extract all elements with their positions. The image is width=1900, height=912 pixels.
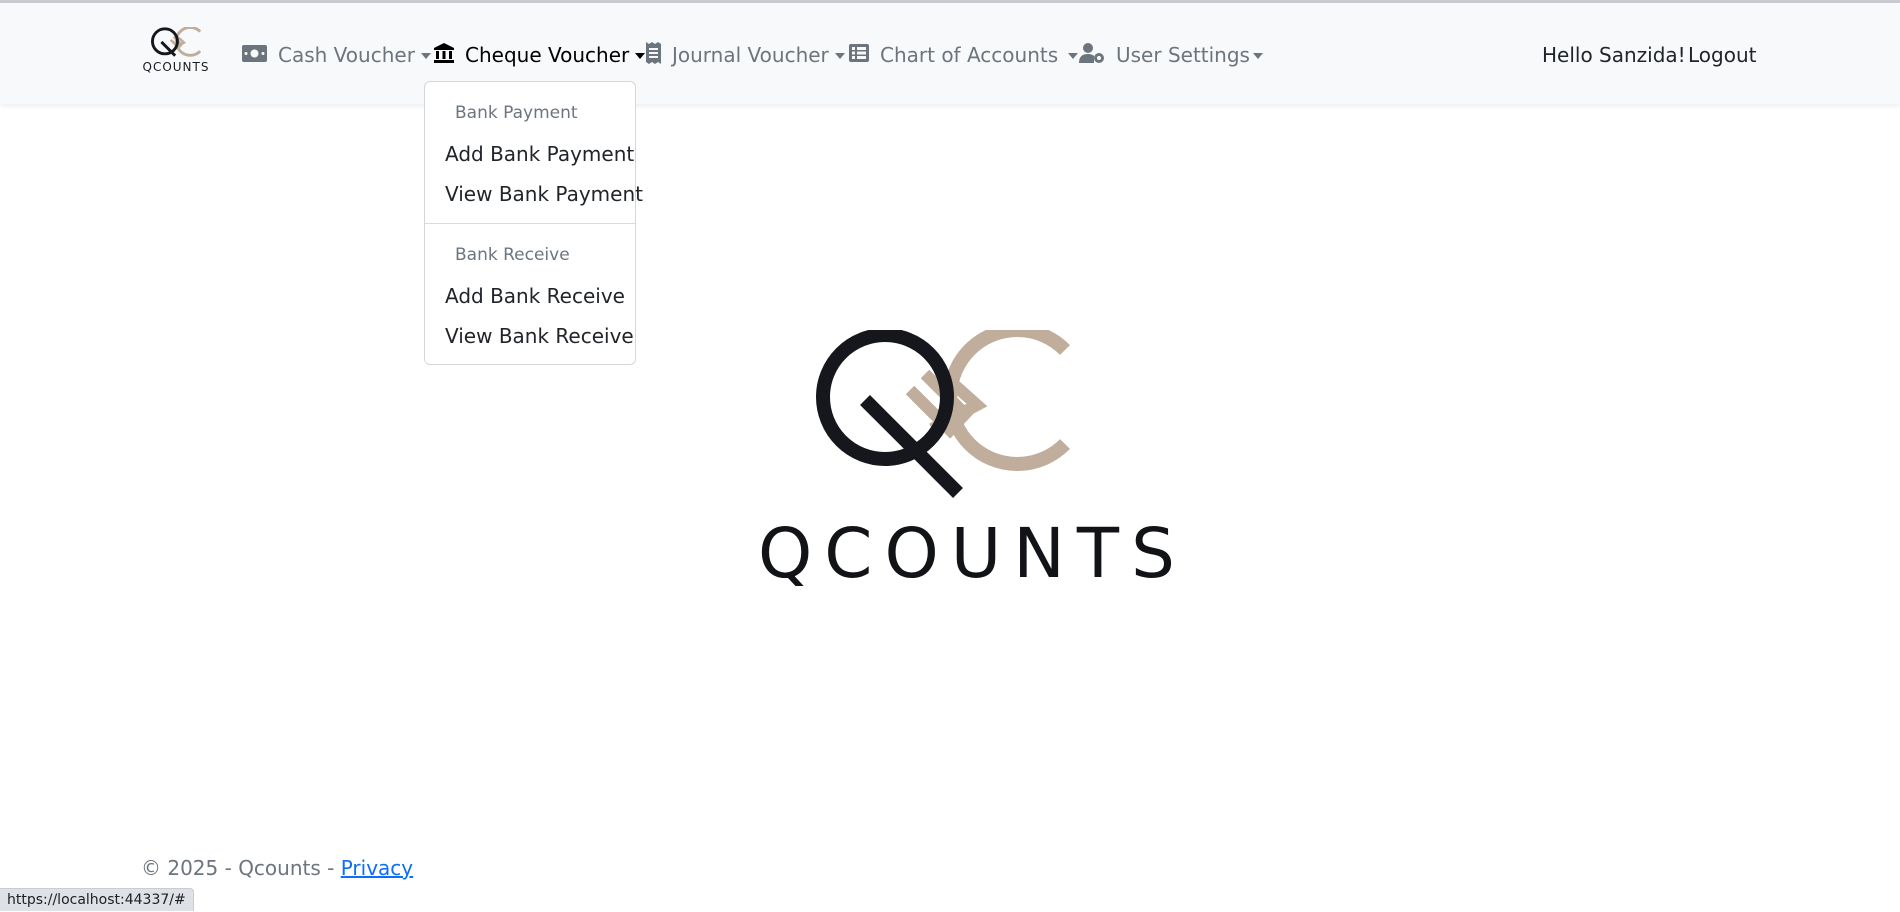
browser-status-url: https://localhost:44337/# xyxy=(0,888,194,911)
nav-cheque-voucher-label: Cheque Voucher xyxy=(465,43,630,67)
user-greeting[interactable]: Hello Sanzida! xyxy=(1542,41,1686,69)
chevron-down-icon xyxy=(1068,53,1079,59)
top-navbar: QCOUNTS Cash Voucher Cheque Voucher Jour… xyxy=(0,3,1900,104)
nav-user-settings[interactable]: User Settings xyxy=(1079,41,1263,69)
hero-qc-logo-icon xyxy=(810,323,1070,504)
dropdown-header-bank-receive: Bank Receive xyxy=(455,245,570,265)
receipt-icon xyxy=(646,41,661,69)
nav-chart-of-accounts[interactable]: Chart of Accounts xyxy=(849,41,1079,69)
nav-chart-of-accounts-label: Chart of Accounts xyxy=(880,43,1059,67)
footer: © 2025 - Qcounts - Privacy xyxy=(141,856,413,880)
bank-icon xyxy=(434,42,454,68)
cheque-voucher-dropdown-menu: Bank Payment Add Bank Payment View Bank … xyxy=(424,81,643,365)
nav-cash-voucher-label: Cash Voucher xyxy=(278,43,415,67)
chevron-down-icon xyxy=(635,53,646,59)
user-gear-icon xyxy=(1079,42,1105,68)
dropdown-divider xyxy=(425,223,635,224)
brand-logo[interactable]: QCOUNTS xyxy=(140,27,212,83)
nav-journal-voucher[interactable]: Journal Voucher xyxy=(646,41,845,69)
logout-link[interactable]: Logout xyxy=(1688,41,1756,69)
footer-copyright: © 2025 - Qcounts - xyxy=(141,856,341,880)
dropdown-header-bank-payment: Bank Payment xyxy=(455,103,578,123)
nav-cash-voucher[interactable]: Cash Voucher xyxy=(242,41,431,69)
privacy-link[interactable]: Privacy xyxy=(341,856,413,880)
nav-journal-voucher-label: Journal Voucher xyxy=(672,43,829,67)
chevron-down-icon xyxy=(1252,53,1263,59)
list-table-icon xyxy=(849,43,869,67)
menu-item-view-bank-payment[interactable]: View Bank Payment xyxy=(445,182,643,206)
money-bill-icon xyxy=(242,43,267,67)
qc-logo-icon xyxy=(151,27,201,57)
menu-item-add-bank-payment[interactable]: Add Bank Payment xyxy=(445,142,634,166)
hero-wordmark: QCOUNTS xyxy=(758,514,1187,594)
chevron-down-icon xyxy=(420,53,431,59)
brand-text: QCOUNTS xyxy=(142,60,210,74)
nav-user-settings-label: User Settings xyxy=(1116,43,1250,67)
nav-cheque-voucher[interactable]: Cheque Voucher xyxy=(434,41,646,69)
chevron-down-icon xyxy=(834,53,845,59)
menu-item-view-bank-receive[interactable]: View Bank Receive xyxy=(445,324,634,348)
menu-item-add-bank-receive[interactable]: Add Bank Receive xyxy=(445,284,625,308)
